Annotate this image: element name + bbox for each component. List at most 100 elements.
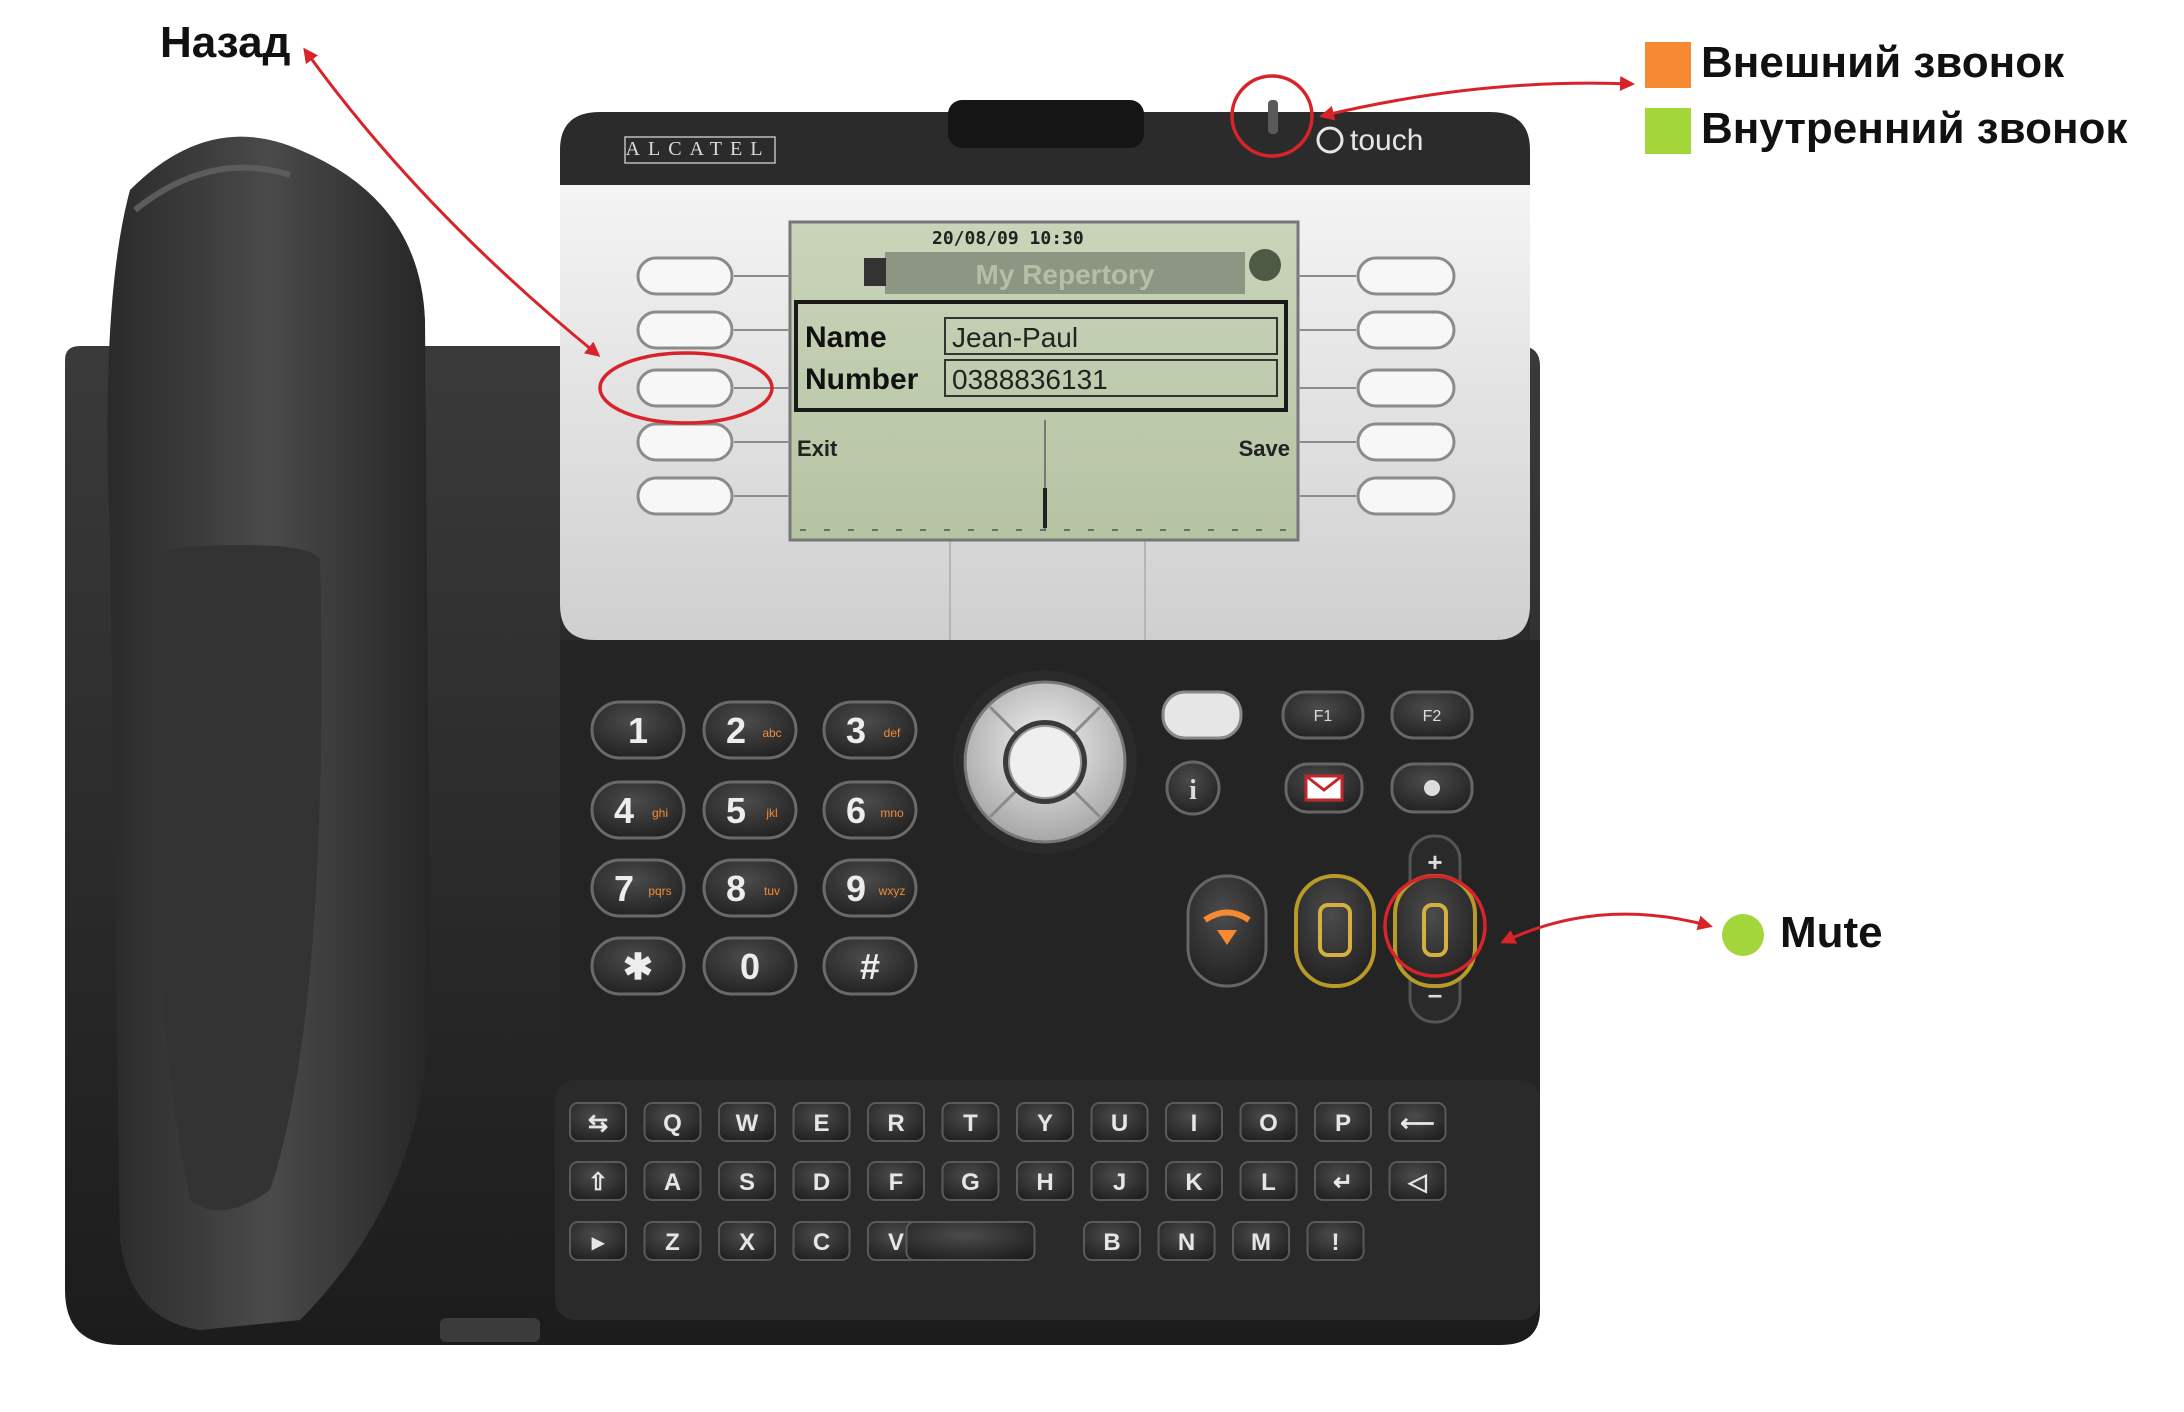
left-softkey-5[interactable] <box>636 476 734 516</box>
alpha-key-label: ⇆ <box>588 1110 608 1137</box>
alpha-key-label: R <box>887 1110 904 1137</box>
label-mute: Mute <box>1722 908 1883 958</box>
screen-status-line: 20/08/09 10:30 <box>932 228 1084 249</box>
alpha-key-label: N <box>1178 1229 1195 1256</box>
left-softkey-2[interactable] <box>636 310 734 350</box>
keypad-letters: wxyz <box>878 884 906 898</box>
mute-dot <box>1722 914 1764 957</box>
alpha-key-label: O <box>1259 1110 1278 1137</box>
screen-number-label: Number <box>805 363 919 396</box>
model-logo: touch <box>1350 124 1423 157</box>
right-softkey-3[interactable] <box>1356 368 1456 408</box>
phone-foot <box>440 1318 540 1342</box>
screen-number-value: 0388836131 <box>952 364 1108 395</box>
keypad-digit: 3 <box>846 710 866 751</box>
keypad-digit: 4 <box>614 790 634 831</box>
screen-title: My Repertory <box>976 259 1155 290</box>
volume-minus-label: – <box>1428 979 1442 1009</box>
alpha-key-label: I <box>1191 1110 1198 1137</box>
keypad-digit: 1 <box>628 710 648 751</box>
alpha-key-label: ▸ <box>591 1229 605 1256</box>
alpha-key-label: Y <box>1037 1110 1053 1137</box>
alpha-key-label: P <box>1335 1110 1351 1137</box>
keypad-digit: 7 <box>614 868 634 909</box>
alpha-key-label: ⟵ <box>1400 1110 1434 1137</box>
screen-name-label: Name <box>805 321 887 354</box>
alpha-key-label: ↵ <box>1333 1169 1353 1196</box>
ok-button[interactable] <box>1008 725 1082 799</box>
alpha-key-label: A <box>664 1169 681 1196</box>
legend-external-swatch <box>1645 42 1691 89</box>
left-softkey-1[interactable] <box>636 256 734 296</box>
alpha-key-label: C <box>813 1229 830 1256</box>
alpha-key-label: G <box>961 1169 980 1196</box>
navigation-ring[interactable] <box>953 670 1137 854</box>
info-label: i <box>1189 775 1197 806</box>
keypad-digit: 5 <box>726 790 746 831</box>
alpha-key-label: V <box>888 1229 904 1256</box>
alpha-key-label: S <box>739 1169 755 1196</box>
mute-label: Mute <box>1780 908 1883 957</box>
keypad-digit: 6 <box>846 790 866 831</box>
alpha-key-label: D <box>813 1169 830 1196</box>
keypad-letters: jkl <box>765 806 777 820</box>
alpha-key-label: L <box>1261 1169 1276 1196</box>
legend-external-label: Внешний звонок <box>1701 38 2065 87</box>
blank-white-key[interactable] <box>1161 690 1243 740</box>
screen-softkey-save: Save <box>1239 436 1290 461</box>
alpha-key-label: X <box>739 1229 755 1256</box>
alpha-key-label: B <box>1103 1229 1120 1256</box>
alpha-key-label: H <box>1036 1169 1053 1196</box>
space-bar[interactable] <box>905 1221 1036 1261</box>
keypad-digit: 8 <box>726 868 746 909</box>
keypad-key[interactable] <box>702 780 798 840</box>
screen-softkey-exit: Exit <box>797 436 838 461</box>
keypad-letters: tuv <box>764 884 780 898</box>
keypad-digit: 9 <box>846 868 866 909</box>
ring-indicator-led <box>1268 100 1278 134</box>
keypad-digit: # <box>860 946 880 987</box>
alpha-key-label: ! <box>1332 1229 1340 1256</box>
keypad-letters: pqrs <box>648 884 671 898</box>
handset <box>107 136 430 1331</box>
alpha-key-label: ◁ <box>1407 1169 1427 1196</box>
keypad-letters: ghi <box>652 806 668 820</box>
keypad-key[interactable] <box>822 700 918 760</box>
f1-label: F1 <box>1314 708 1333 725</box>
volume-plus-label: + <box>1427 847 1442 877</box>
right-softkey-1[interactable] <box>1356 256 1456 296</box>
keypad-letters: mno <box>880 806 904 820</box>
alpha-key-label: E <box>813 1110 829 1137</box>
right-softkey-5[interactable] <box>1356 476 1456 516</box>
legend-internal-swatch <box>1645 108 1691 155</box>
keypad-digit: 2 <box>726 710 746 751</box>
alpha-key-label: K <box>1185 1169 1203 1196</box>
keypad-digit: ✱ <box>623 946 653 987</box>
keypad-key[interactable] <box>702 858 798 918</box>
keypad-key[interactable] <box>702 700 798 760</box>
left-softkey-4[interactable] <box>636 422 734 462</box>
alpha-key-label: M <box>1251 1229 1271 1256</box>
phone-illustration: ALCATEL touch 20/08/09 10:30 My Repertor… <box>0 0 2184 1412</box>
alpha-key-label: F <box>889 1169 904 1196</box>
keypad-letters: def <box>884 726 901 740</box>
left-softkey-3[interactable] <box>636 368 734 408</box>
keypad-key[interactable] <box>590 780 686 840</box>
keypad-digit: 0 <box>740 946 760 987</box>
alpha-key-label: T <box>963 1110 978 1137</box>
brand-logo: ALCATEL <box>626 138 771 160</box>
speaker-key[interactable] <box>1294 874 1376 988</box>
alpha-key-label: U <box>1111 1110 1128 1137</box>
alpha-key-label: ⇧ <box>588 1169 608 1196</box>
label-back: Назад <box>160 18 291 67</box>
legend-internal-label: Внутренний звонок <box>1701 104 2128 153</box>
alpha-key-label: J <box>1113 1169 1126 1196</box>
alpha-key-label: W <box>736 1110 759 1137</box>
right-softkey-2[interactable] <box>1356 310 1456 350</box>
screen-name-value: Jean-Paul <box>952 322 1078 353</box>
right-softkey-4[interactable] <box>1356 422 1456 462</box>
legend-internal-ring: Внутренний звонок <box>1645 104 2128 155</box>
f2-label: F2 <box>1423 708 1442 725</box>
alpha-key-label: Q <box>663 1110 682 1137</box>
alpha-key-label: Z <box>665 1229 680 1256</box>
